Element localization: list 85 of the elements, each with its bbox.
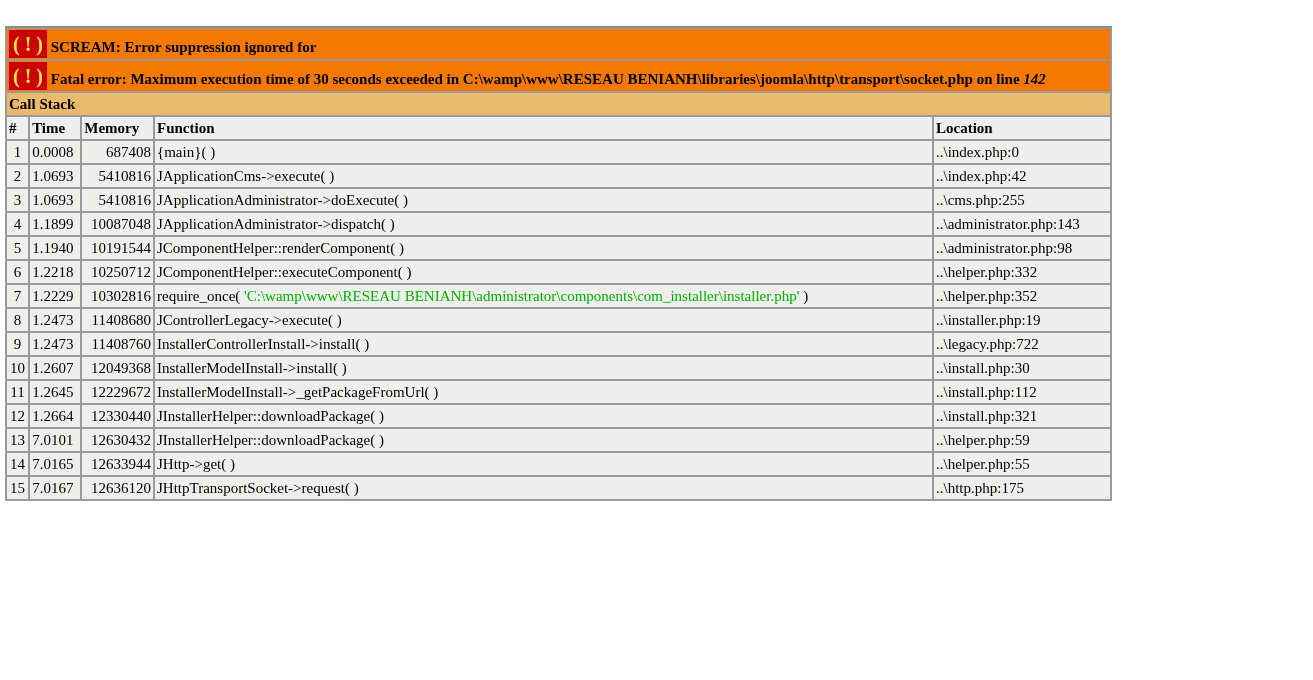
table-cell: 12 [6,404,30,428]
table-cell: 12229672 [81,380,154,404]
table-cell: 0.0008 [29,140,82,164]
table-cell: ..\index.php:42 [933,164,1111,188]
table-cell: ..\administrator.php:98 [933,236,1111,260]
table-cell: 7.0165 [29,452,82,476]
column-header: Location [933,116,1111,140]
function-cell: InstallerModelInstall->install( ) [154,356,933,380]
table-cell: ..\http.php:175 [933,476,1111,500]
table-cell: ..\install.php:112 [933,380,1111,404]
table-cell: ..\index.php:0 [933,140,1111,164]
function-cell: JControllerLegacy->execute( ) [154,308,933,332]
table-cell: 10302816 [81,284,154,308]
table-cell: 10191544 [81,236,154,260]
table-cell: 1.2229 [29,284,82,308]
table-cell: 11408680 [81,308,154,332]
table-cell: ..\installer.php:19 [933,308,1111,332]
table-cell: 12630432 [81,428,154,452]
table-cell: 12633944 [81,452,154,476]
table-cell: ..\cms.php:255 [933,188,1111,212]
table-cell: ..\install.php:321 [933,404,1111,428]
table-cell: ..\helper.php:332 [933,260,1111,284]
table-cell: 12049368 [81,356,154,380]
table-cell: ..\legacy.php:722 [933,332,1111,356]
table-cell: ..\helper.php:59 [933,428,1111,452]
function-cell: JApplicationCms->execute( ) [154,164,933,188]
table-cell: 5410816 [81,164,154,188]
table-cell: 5410816 [81,188,154,212]
table-cell: 1.0693 [29,188,82,212]
table-cell: ..\helper.php:352 [933,284,1111,308]
table-cell: 7 [6,284,30,308]
table-cell: 1.2645 [29,380,82,404]
table-cell: 15 [6,476,30,500]
table-cell: 5 [6,236,30,260]
error-message: ( ! ) SCREAM: Error suppression ignored for [6,28,1111,60]
table-cell: 3 [6,188,30,212]
function-cell: JComponentHelper::executeComponent( ) [154,260,933,284]
table-cell: 4 [6,212,30,236]
table-cell: 7.0101 [29,428,82,452]
function-cell: InstallerModelInstall->_getPackageFromUrl( ) [154,380,933,404]
table-cell: 11408760 [81,332,154,356]
table-cell: 1.2664 [29,404,82,428]
function-cell: JInstallerHelper::downloadPackage( ) [154,404,933,428]
table-cell: ..\helper.php:55 [933,452,1111,476]
table-cell: 1.2473 [29,308,82,332]
function-cell: {main}( ) [154,140,933,164]
table-cell: ..\administrator.php:143 [933,212,1111,236]
table-cell: 12636120 [81,476,154,500]
function-cell: require_once( 'C:\wamp\www\RESEAU BENIANH\administrator\components\com_installer\installer.php' ) [154,284,933,308]
table-cell: 7.0167 [29,476,82,500]
table-cell: 10250712 [81,260,154,284]
column-header: Function [154,116,933,140]
table-cell: 2 [6,164,30,188]
function-cell: JApplicationAdministrator->dispatch( ) [154,212,933,236]
table-cell: 1.2473 [29,332,82,356]
table-cell: 1.0693 [29,164,82,188]
table-cell: 1 [6,140,30,164]
section-header: Call Stack [6,92,1111,116]
table-cell: 10 [6,356,30,380]
error-icon: ( ! ) [9,62,47,90]
table-cell: 9 [6,332,30,356]
function-cell: JInstallerHelper::downloadPackage( ) [154,428,933,452]
function-cell: JComponentHelper::renderComponent( ) [154,236,933,260]
table-cell: 8 [6,308,30,332]
table-cell: 10087048 [81,212,154,236]
function-cell: InstallerControllerInstall->install( ) [154,332,933,356]
column-header: Time [29,116,82,140]
table-cell: 12330440 [81,404,154,428]
table-cell: 13 [6,428,30,452]
function-cell: JApplicationAdministrator->doExecute( ) [154,188,933,212]
table-cell: 1.1940 [29,236,82,260]
column-header: Memory [81,116,154,140]
table-cell: 1.2607 [29,356,82,380]
table-cell: 6 [6,260,30,284]
column-header: # [6,116,30,140]
function-cell: JHttpTransportSocket->request( ) [154,476,933,500]
table-cell: 14 [6,452,30,476]
table-cell: 1.2218 [29,260,82,284]
error-message: ( ! ) Fatal error: Maximum execution time of 30 seconds exceeded in C:\wamp\www\RESEAU BENIANH\libraries\joomla\http\transport\socket.php on line 142 [6,60,1111,92]
table-cell: 687408 [81,140,154,164]
function-cell: JHttp->get( ) [154,452,933,476]
table-cell: 1.1899 [29,212,82,236]
error-icon: ( ! ) [9,30,47,58]
table-cell: 11 [6,380,30,404]
table-cell: ..\install.php:30 [933,356,1111,380]
